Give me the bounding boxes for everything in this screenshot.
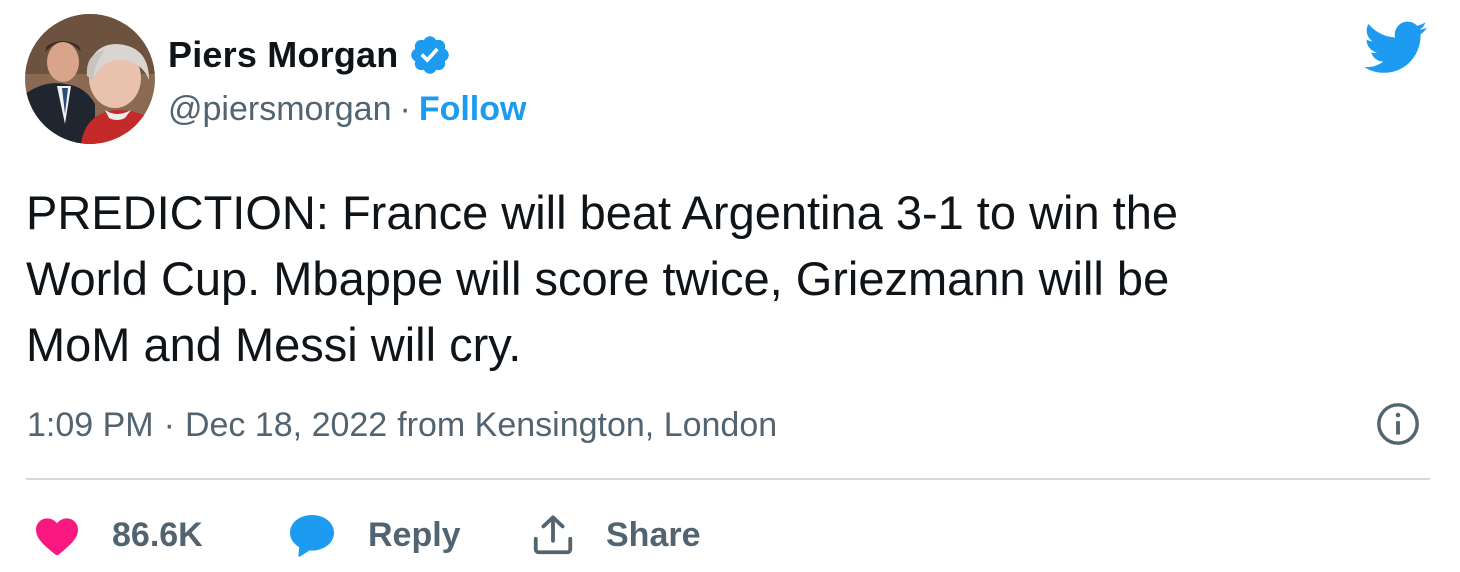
tweet-text: PREDICTION: France will beat Argentina 3… [26,186,1178,371]
author-name-row: Piers Morgan [168,30,452,80]
heart-icon [36,518,78,556]
tweet-date[interactable]: Dec 18, 2022 [185,406,387,445]
reply-button[interactable]: Reply [288,505,461,565]
follow-button[interactable]: Follow [419,90,527,129]
tweet-meta: 1:09 PM · Dec 18, 2022 from Kensington, … [27,400,777,450]
divider [26,478,1430,480]
author-display-name[interactable]: Piers Morgan [168,34,398,76]
share-button[interactable]: Share [530,505,701,565]
avatar[interactable] [25,14,155,144]
like-count: 86.6K [112,515,203,554]
author-handle-row: @piersmorgan · Follow [168,86,526,132]
meta-separator: · [163,405,175,444]
twitter-bird-icon[interactable] [1364,20,1428,76]
verified-badge-icon [411,36,450,74]
author-handle[interactable]: @piersmorgan [168,90,392,129]
like-button[interactable]: 86.6K [34,505,203,565]
tweet-time[interactable]: 1:09 PM [27,406,154,445]
share-label: Share [606,515,701,554]
tweet-actions: 86.6K Reply Share [0,505,1460,565]
reply-bubble-icon [290,515,334,557]
avatar-photo [25,14,155,144]
separator-dot: · [399,89,411,128]
share-upload-icon [533,515,573,555]
tweet-embed: Piers Morgan @piersmorgan · Follow PREDI… [0,0,1460,572]
info-icon[interactable] [1375,401,1421,447]
reply-label: Reply [368,515,461,554]
tweet-location: from Kensington, London [397,405,778,444]
